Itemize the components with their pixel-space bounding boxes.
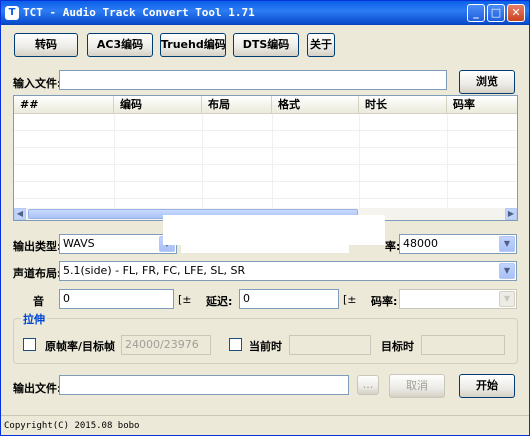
scroll-right-icon[interactable]: ▶: [505, 208, 517, 220]
sample-rate-select[interactable]: 48000 ▼: [399, 234, 517, 254]
window-title: TCT - Audio Track Convert Tool 1.71: [23, 6, 255, 19]
output-type-select[interactable]: WAVS ▼: [59, 234, 177, 254]
track-row: [14, 165, 517, 182]
output-browse-button[interactable]: ...: [357, 375, 379, 395]
scroll-left-icon[interactable]: ◀: [14, 208, 26, 220]
cancel-button[interactable]: 取消: [389, 374, 445, 398]
column-codec[interactable]: 编码: [114, 96, 202, 114]
bitrate-select[interactable]: ▼: [399, 289, 517, 309]
column-bitrate[interactable]: 码率: [447, 96, 517, 114]
chevron-down-icon[interactable]: ▼: [499, 236, 515, 252]
target-time-label: 目标时: [381, 340, 414, 353]
input-file-label: 输入文件:: [13, 77, 62, 90]
ac3-encode-button[interactable]: AC3编码: [87, 33, 153, 57]
delay-label: 延迟:: [206, 295, 233, 308]
output-type-label: 输出类型:: [13, 240, 62, 253]
current-time-field[interactable]: [289, 335, 371, 355]
channel-layout-value: 5.1(side) - FL, FR, FC, LFE, SL, SR: [63, 264, 246, 277]
close-button[interactable]: ✕: [507, 4, 525, 22]
copyright-text: Copyright(C) 2015.08 bobo: [4, 421, 140, 431]
minimize-button[interactable]: _: [467, 4, 485, 22]
source-target-fps-label: 原帧率/目标帧: [45, 340, 116, 353]
grid-line: [272, 114, 273, 209]
volume-label: 音: [33, 295, 44, 308]
dropdown-overlay: [163, 215, 385, 245]
volume-unit: [±: [178, 293, 192, 306]
start-button[interactable]: 开始: [459, 374, 515, 398]
status-bar: Copyright(C) 2015.08 bobo: [1, 415, 529, 435]
channel-layout-select[interactable]: 5.1(side) - FL, FR, FC, LFE, SL, SR ▼: [59, 261, 517, 281]
transcode-button[interactable]: 转码: [14, 33, 78, 57]
volume-field[interactable]: 0: [59, 289, 174, 309]
output-file-field[interactable]: [59, 375, 349, 395]
track-row: [14, 182, 517, 199]
output-file-label: 输出文件:: [13, 382, 62, 395]
chevron-down-icon[interactable]: ▼: [499, 263, 515, 279]
chevron-down-icon[interactable]: ▼: [499, 291, 515, 307]
track-row: [14, 131, 517, 148]
dts-encode-button[interactable]: DTS编码: [233, 33, 299, 57]
stretch-group-title: 拉伸: [21, 311, 47, 327]
maximize-button[interactable]: □: [487, 4, 505, 22]
column-index[interactable]: ##: [14, 96, 114, 114]
grid-line: [447, 114, 448, 209]
column-layout[interactable]: 布局: [202, 96, 272, 114]
target-time-field[interactable]: [421, 335, 505, 355]
app-icon[interactable]: T: [5, 6, 19, 20]
track-list-header: ## 编码 布局 格式 时长 码率: [14, 96, 517, 114]
current-time-checkbox[interactable]: [229, 338, 242, 351]
dropdown-overlay: [181, 245, 349, 253]
title-bar: T TCT - Audio Track Convert Tool 1.71 _ …: [1, 1, 529, 25]
column-duration[interactable]: 时长: [359, 96, 447, 114]
grid-line: [359, 114, 360, 209]
track-row: [14, 148, 517, 165]
input-file-field[interactable]: [59, 70, 447, 90]
current-time-label: 当前时: [249, 340, 282, 353]
grid-line: [202, 114, 203, 209]
source-target-fps-checkbox[interactable]: [23, 338, 36, 351]
source-target-fps-field[interactable]: 24000/23976: [121, 335, 211, 355]
truehd-encode-button[interactable]: Truehd编码: [160, 33, 226, 57]
channel-layout-label: 声道布局:: [13, 267, 62, 280]
sample-rate-value: 48000: [403, 237, 438, 250]
track-row: [14, 114, 517, 131]
bitrate-label: 码率:: [371, 295, 398, 308]
app-window: T TCT - Audio Track Convert Tool 1.71 _ …: [0, 0, 530, 436]
delay-unit: [±: [343, 293, 357, 306]
grid-line: [114, 114, 115, 209]
track-list[interactable]: ## 编码 布局 格式 时长 码率 ◀ ▶: [13, 95, 518, 221]
input-browse-button[interactable]: 浏览: [459, 70, 515, 94]
delay-field[interactable]: 0: [239, 289, 339, 309]
about-button[interactable]: 关于: [307, 33, 335, 57]
output-type-value: WAVS: [63, 237, 95, 250]
column-format[interactable]: 格式: [272, 96, 359, 114]
